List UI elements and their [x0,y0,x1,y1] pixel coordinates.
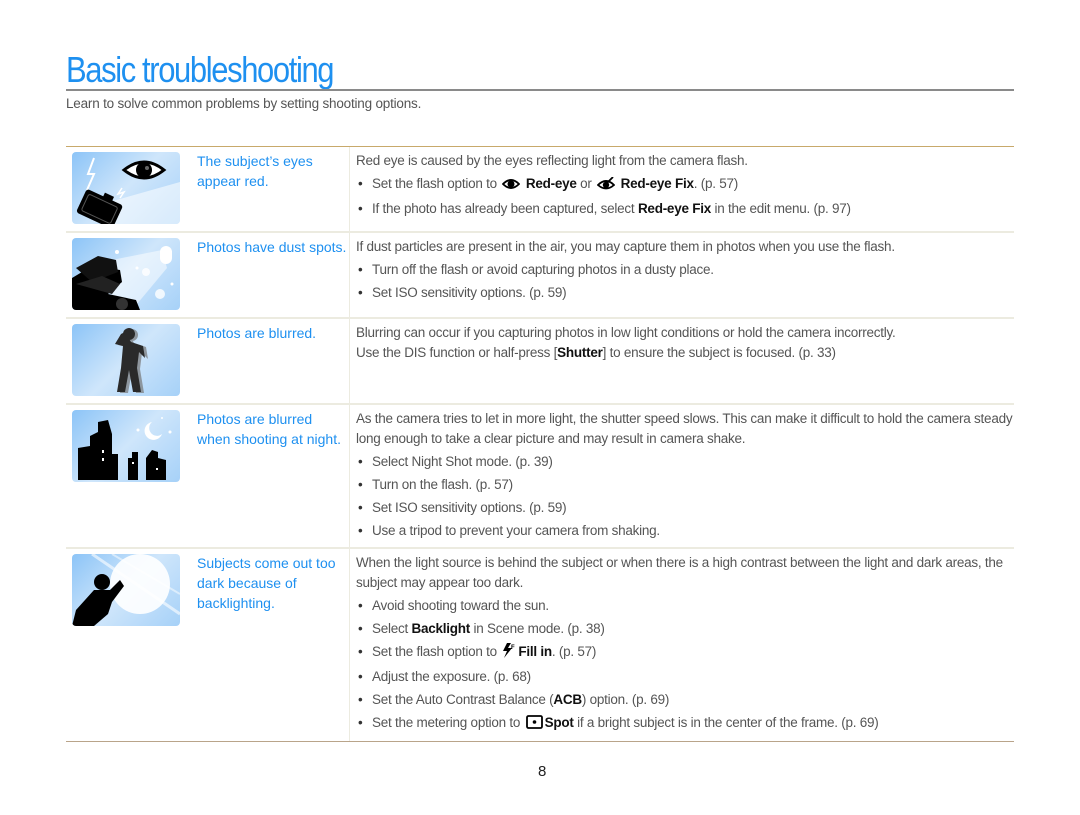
bullet-item: Set the flash option to F Fill in. (p. 5… [356,642,1014,664]
bullet-text: . (p. 57) [693,176,739,191]
row-label: The subject’s eyes appear red. [192,147,350,231]
bullet-text: Select [372,621,412,636]
bullet-item: Adjust the exposure. (p. 68) [356,667,1014,687]
table-row: Photos are blurred. Blurring can occur i… [66,317,1014,403]
bullet-text: in the edit menu. (p. 97) [710,201,851,216]
flash-fill-in: Fill in [518,644,552,659]
instruction-text: ] to ensure the subject is focused. (p. … [602,345,836,360]
bullet-text: Set the metering option to [372,715,524,730]
title-rule [66,89,1014,91]
bullet-item: Use a tripod to prevent your camera from… [356,521,1014,541]
bullet-text: ) option. (p. 69) [581,692,670,707]
bullet-item: Set the metering option to Spot if a bri… [356,713,1014,735]
row-instruction: Use the DIS function or half-press [Shut… [356,343,1014,363]
page-number: 8 [538,763,547,780]
option-red-eye-fix: Red-eye Fix [620,176,694,191]
row-intro: If dust particles are present in the air… [356,239,895,254]
shutter-button-label: Shutter [557,345,603,360]
bullet-item: Set ISO sensitivity options. (p. 59) [356,283,1014,303]
table-row: Photos are blurred when shooting at nigh… [66,403,1014,547]
troubleshooting-table: The subject’s eyes appear red. Red eye i… [66,146,1014,742]
fill-in-flash-icon: F [502,643,516,664]
table-row: The subject’s eyes appear red. Red eye i… [66,147,1014,231]
row-intro: Blurring can occur if you capturing phot… [356,325,896,340]
bullet-text: If the photo has already been captured, … [372,201,638,216]
page-intro: Learn to solve common problems by settin… [66,96,422,111]
scene-backlight: Backlight [411,621,471,636]
table-row: Subjects come out too dark because of ba… [66,547,1014,741]
dust-spots-icon [72,238,180,310]
bullet-text: or [576,176,596,191]
row-intro: Red eye is caused by the eyes reflecting… [356,153,748,168]
metering-spot: Spot [544,715,574,730]
bullet-text: Set the Auto Contrast Balance ( [372,692,554,707]
blurred-person-icon [72,324,180,396]
bullet-text: Set the flash option to [372,644,501,659]
bullet-text: in Scene mode. (p. 38) [470,621,605,636]
bullet-item: Set the Auto Contrast Balance (ACB) opti… [356,690,1014,710]
bullet-item: Select Backlight in Scene mode. (p. 38) [356,619,1014,639]
svg-text:F: F [511,645,515,651]
menu-red-eye-fix: Red-eye Fix [637,201,711,216]
row-label: Photos have dust spots. [192,233,350,317]
row-label: Subjects come out too dark because of ba… [192,549,350,741]
row-intro: As the camera tries to let in more light… [356,411,1013,446]
acb-option: ACB [553,692,582,707]
instruction-text: Use the DIS function or half-press [ [356,345,558,360]
bullet-item: Set the flash option to Red-eye or Red-e… [356,174,1014,196]
bullet-item: If the photo has already been captured, … [356,199,1014,219]
bullet-item: Turn off the flash or avoid capturing ph… [356,260,1014,280]
bullet-item: Set ISO sensitivity options. (p. 59) [356,498,1014,518]
bullet-item: Turn on the flash. (p. 57) [356,475,1014,495]
red-eye-fix-icon [596,176,616,196]
bullet-text: Set the flash option to [372,176,501,191]
row-intro: When the light source is behind the subj… [356,555,1003,590]
night-city-icon [72,410,180,482]
bullet-item: Avoid shooting toward the sun. [356,596,1014,616]
option-red-eye: Red-eye [525,176,577,191]
table-row: Photos have dust spots. If dust particle… [66,231,1014,317]
page-title: Basic troubleshooting [66,49,335,90]
spot-metering-icon [525,715,543,735]
red-eye-flash-camera-icon [72,152,180,224]
row-label: Photos are blurred. [192,319,350,403]
row-label: Photos are blurred when shooting at nigh… [192,405,350,547]
backlight-person-icon [72,554,180,626]
bullet-text: if a bright subject is in the center of … [573,715,879,730]
red-eye-icon [502,176,521,196]
bullet-text: . (p. 57) [551,644,597,659]
bullet-item: Select Night Shot mode. (p. 39) [356,452,1014,472]
